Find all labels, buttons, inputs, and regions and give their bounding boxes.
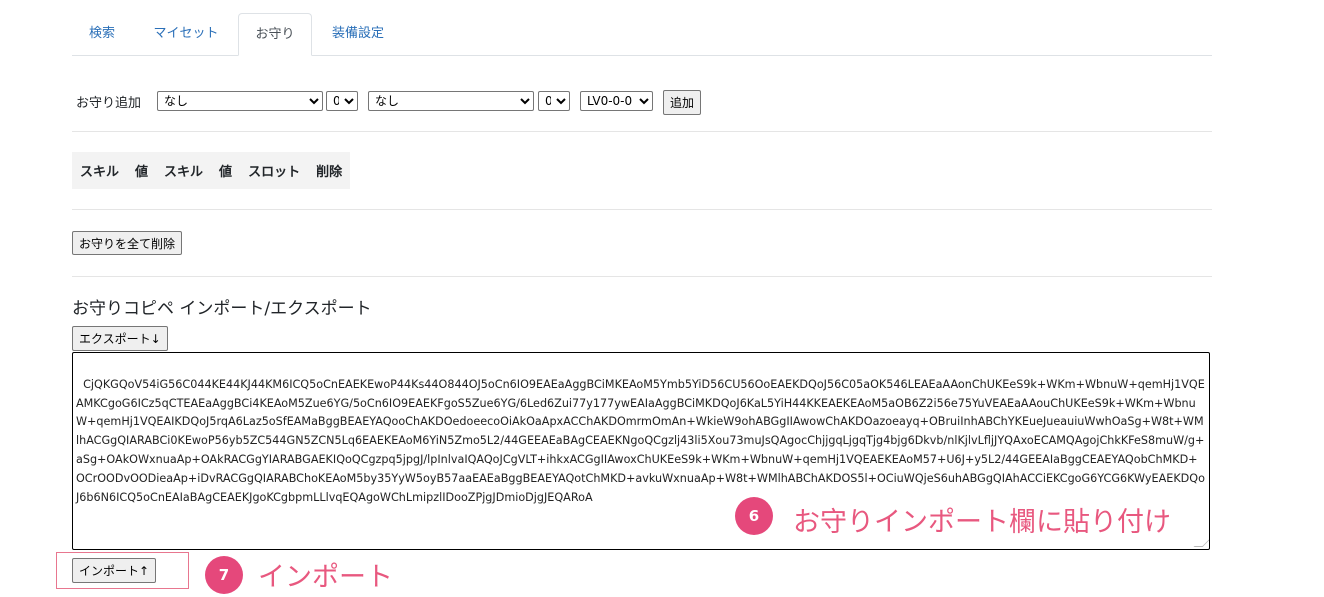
tab-equipment-settings[interactable]: 装備設定	[316, 13, 400, 54]
annotation-badge-6: 6	[735, 497, 773, 535]
slot-select[interactable]: LV0-0-0	[580, 91, 653, 111]
header-value-2: 値	[219, 165, 233, 180]
header-value-1: 値	[135, 165, 149, 180]
charm-table-header: スキル 値 スキル 値 スロット 削除	[72, 152, 351, 189]
divider	[72, 131, 1212, 132]
tab-bar: 検索 マイセット お守り 装備設定	[72, 13, 1212, 56]
annotation-text-7: インポート	[258, 562, 393, 593]
charm-add-label: お守り追加	[76, 96, 142, 111]
value1-select[interactable]: 0	[326, 91, 358, 111]
value2-select[interactable]: 0	[538, 91, 570, 111]
divider	[72, 276, 1212, 277]
skill1-select[interactable]: なし	[157, 91, 323, 111]
export-button[interactable]: エクスポート↓	[72, 326, 168, 351]
tab-charm[interactable]: お守り	[238, 13, 312, 56]
annotation-badge-7: 7	[205, 556, 243, 594]
charm-code-text: CjQKGQoV54iG56C044KE44KJ44KM6ICQ5oCnEAEK…	[76, 377, 1205, 504]
delete-all-charms-button[interactable]: お守りを全て削除	[72, 231, 183, 255]
header-delete: 削除	[316, 165, 343, 180]
header-skill-2: スキル	[164, 165, 204, 180]
tab-search[interactable]: 検索	[72, 13, 132, 54]
resize-handle-icon[interactable]	[1193, 538, 1209, 547]
section-title: お守りコピペ インポート/エクスポート	[72, 299, 372, 319]
add-button[interactable]: 追加	[663, 90, 702, 115]
skill2-select[interactable]: なし	[368, 91, 534, 111]
annotation-text-6: お守りインポート欄に貼り付け	[793, 507, 1171, 538]
tab-myset[interactable]: マイセット	[138, 13, 234, 54]
header-slot: スロット	[248, 165, 301, 180]
divider	[72, 209, 1212, 210]
header-skill-1: スキル	[80, 165, 120, 180]
import-button[interactable]: インポート↑	[72, 558, 157, 583]
